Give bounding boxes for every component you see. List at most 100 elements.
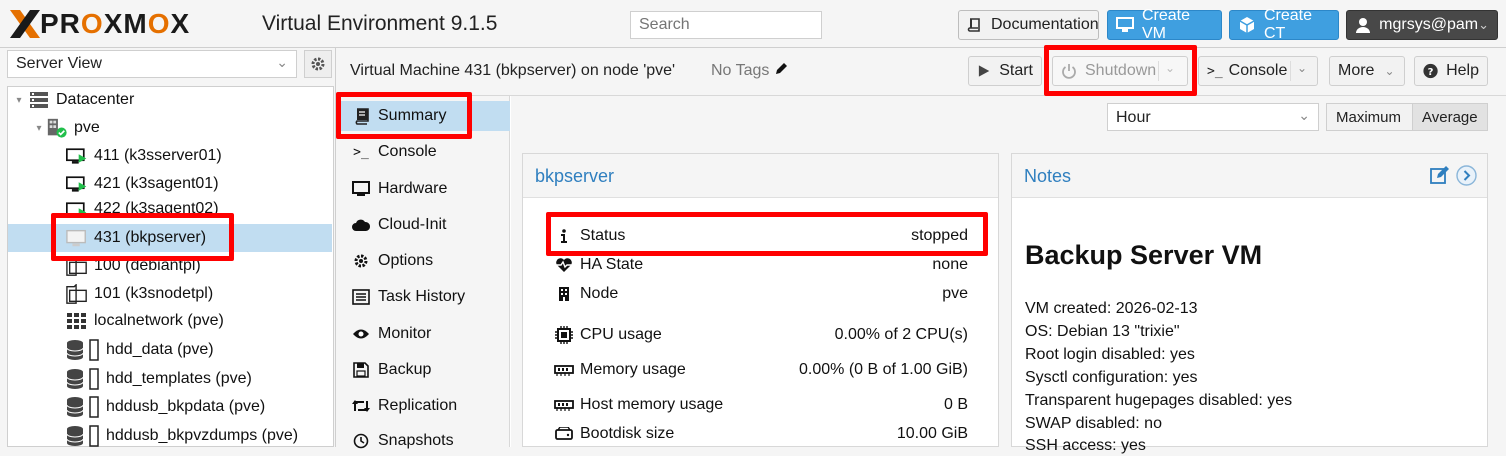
- tree-node-storage[interactable]: hdd_templates (pve): [66, 365, 328, 393]
- product-title: Virtual Environment 9.1.5: [262, 12, 498, 35]
- chevron-down-icon: ⌄: [1384, 64, 1395, 78]
- chevron-down-icon: ⌄: [1478, 17, 1489, 32]
- memory-icon: [553, 364, 575, 376]
- notes-panel-title: Notes: [1024, 166, 1072, 186]
- nav-hardware[interactable]: Hardware: [340, 174, 510, 204]
- user-icon: [1355, 16, 1371, 34]
- documentation-button[interactable]: Documentation: [958, 10, 1099, 40]
- create-ct-button[interactable]: Create CT: [1229, 7, 1339, 42]
- tree-node-storage[interactable]: hddusb_bkpvzdumps (pve): [66, 422, 328, 450]
- tree-node-datacenter[interactable]: Datacenter: [28, 86, 328, 114]
- maximum-toggle[interactable]: Maximum: [1326, 103, 1413, 131]
- note-line: VM created: 2026-02-13: [1025, 300, 1198, 317]
- gear-icon: [311, 57, 325, 71]
- terminal-icon: >_: [1207, 63, 1223, 79]
- ha-state-row: HA State none: [553, 253, 968, 277]
- note-line: SWAP disabled: no: [1025, 415, 1162, 432]
- highlight-summary: [336, 92, 472, 139]
- highlight-vm-431: [51, 213, 234, 261]
- svg-text:?: ?: [1428, 67, 1434, 78]
- floppy-icon: [350, 362, 372, 378]
- more-button[interactable]: More ⌄: [1329, 56, 1405, 86]
- tree-node-vm-421[interactable]: 421 (k3sagent01): [66, 170, 328, 198]
- note-line: OS: Debian 13 "trixie": [1025, 323, 1180, 340]
- cloud-icon: [350, 218, 372, 232]
- collapse-toggle-icon[interactable]: ▾: [33, 122, 45, 134]
- heartbeat-icon: [553, 257, 575, 273]
- vm-running-icon: [66, 146, 88, 166]
- collapse-toggle-icon[interactable]: ▾: [13, 94, 25, 106]
- book-icon: [967, 16, 983, 34]
- search-input[interactable]: [630, 11, 822, 39]
- storage-icon: [66, 339, 100, 361]
- monitor-icon: [350, 181, 372, 197]
- collapse-panel-icon[interactable]: [1456, 165, 1477, 191]
- note-line: Sysctl configuration: yes: [1025, 369, 1198, 386]
- notes-heading: Backup Server VM: [1025, 240, 1263, 270]
- note-line: Root login disabled: yes: [1025, 346, 1195, 363]
- desktop-icon: [1116, 16, 1134, 34]
- console-button[interactable]: >_ Console ⌄: [1198, 56, 1318, 86]
- storage-icon: [66, 425, 100, 447]
- tree-node-pve[interactable]: pve: [46, 114, 328, 142]
- eye-icon: [350, 328, 372, 340]
- cube-icon: [1238, 16, 1256, 34]
- tree-settings-button[interactable]: [304, 50, 332, 78]
- list-icon: [350, 289, 372, 305]
- average-toggle[interactable]: Average: [1412, 103, 1488, 131]
- view-select[interactable]: Server View ⌄: [7, 50, 297, 78]
- page-title: Virtual Machine 431 (bkpserver) on node …: [350, 62, 676, 79]
- storage-icon: [66, 396, 100, 418]
- proxmox-x-icon: [10, 10, 40, 38]
- pencil-icon: [775, 63, 787, 74]
- chevron-down-icon: ⌄: [1297, 61, 1308, 75]
- nav-snapshots[interactable]: Snapshots: [340, 426, 510, 456]
- nav-backup[interactable]: Backup: [340, 355, 510, 385]
- tree-node-template-101[interactable]: 101 (k3snodetpl): [66, 280, 328, 308]
- host-memory-row: Host memory usage 0 B: [553, 393, 968, 417]
- tree-node-network[interactable]: localnetwork (pve): [66, 307, 328, 335]
- nav-monitor[interactable]: Monitor: [340, 319, 510, 349]
- note-line: Transparent hugepages disabled: yes: [1025, 392, 1293, 409]
- storage-icon: [66, 368, 100, 390]
- logo-text: PROXMOX: [40, 8, 191, 39]
- play-icon: [978, 65, 990, 77]
- building-icon: [553, 286, 575, 302]
- nav-console[interactable]: >_ Console: [340, 137, 510, 167]
- tree-node-storage[interactable]: hddusb_bkpdata (pve): [66, 393, 328, 421]
- highlight-status: [546, 212, 988, 256]
- node-online-icon: [46, 118, 68, 138]
- datacenter-icon: [28, 90, 50, 110]
- nav-cloud-init[interactable]: Cloud-Init: [340, 210, 510, 240]
- tree-node-vm-411[interactable]: 411 (k3sserver01): [66, 142, 328, 170]
- cpu-icon: [553, 326, 575, 344]
- proxmox-logo[interactable]: PROXMOX: [8, 8, 190, 40]
- start-button[interactable]: Start: [968, 56, 1042, 86]
- memory-usage-row: Memory usage 0.00% (0 B of 1.00 GiB): [553, 358, 968, 382]
- status-panel-header: bkpserver: [523, 154, 998, 198]
- notes-panel-header: Notes: [1012, 154, 1487, 198]
- vm-running-icon: [66, 174, 88, 194]
- note-line: SSH access: yes: [1025, 437, 1146, 454]
- nav-options[interactable]: Options: [340, 246, 510, 276]
- network-icon: [66, 311, 88, 331]
- user-menu-button[interactable]: mgrsys@pam ⌄: [1346, 10, 1498, 40]
- bootdisk-row: Bootdisk size 10.00 GiB: [553, 422, 968, 446]
- gear-icon: [350, 253, 372, 269]
- node-row: Node pve: [553, 282, 968, 306]
- terminal-icon: >_: [353, 144, 369, 160]
- status-panel-title: bkpserver: [535, 166, 615, 186]
- chevron-down-icon: ⌄: [1298, 107, 1310, 123]
- create-vm-button[interactable]: Create VM: [1107, 7, 1222, 42]
- edit-notes-icon[interactable]: [1430, 166, 1450, 189]
- nav-replication[interactable]: Replication: [340, 391, 510, 421]
- tree-node-storage[interactable]: hdd_data (pve): [66, 336, 328, 364]
- timeframe-select[interactable]: Hour ⌄: [1107, 103, 1319, 131]
- help-button[interactable]: ? Help: [1414, 56, 1488, 86]
- nav-task-history[interactable]: Task History: [340, 282, 510, 312]
- template-icon: [66, 284, 88, 304]
- cpu-usage-row: CPU usage 0.00% of 2 CPU(s): [553, 323, 968, 347]
- chevron-down-icon: ⌄: [276, 54, 288, 70]
- tags-editor[interactable]: No Tags: [711, 62, 788, 80]
- hdd-icon: [553, 427, 575, 441]
